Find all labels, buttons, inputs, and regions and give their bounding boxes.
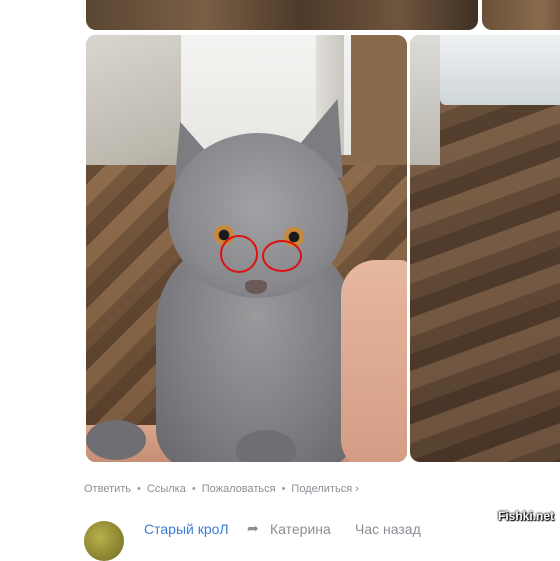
separator: • — [137, 483, 141, 495]
kitten-paw-right — [236, 430, 296, 462]
separator: • — [281, 483, 286, 495]
report-link[interactable]: Пожаловаться — [202, 483, 276, 495]
photo-wall-right — [410, 35, 440, 165]
photo-appliance — [440, 35, 560, 105]
comment-author[interactable]: Старый кроЛ — [144, 521, 229, 537]
kitten-head — [168, 133, 348, 298]
share-link[interactable]: Поделиться — [291, 483, 352, 495]
comment-actions: Ответить • Ссылка • Пожаловаться • Поделиться › — [84, 483, 359, 497]
reply-to-user[interactable]: Катерина — [270, 521, 331, 537]
top-left-photo[interactable] — [86, 0, 478, 30]
floor-photo[interactable] — [410, 35, 560, 462]
kitten-photo[interactable] — [86, 35, 407, 462]
separator: • — [191, 483, 196, 495]
red-annotation-circle-left — [220, 235, 258, 273]
kitten-paw-left — [86, 420, 146, 460]
top-right-photo[interactable] — [482, 0, 560, 30]
avatar[interactable] — [84, 521, 124, 561]
comment-time: Час назад — [355, 521, 421, 537]
red-annotation-circle-right — [262, 240, 302, 272]
reply-link[interactable]: Ответить — [84, 483, 131, 495]
kitten-nose — [245, 280, 267, 294]
chevron-right-icon: › — [355, 483, 359, 495]
photo-hand-side — [341, 260, 407, 462]
watermark: Fishki.net — [497, 509, 554, 523]
link-link[interactable]: Ссылка — [147, 483, 186, 495]
